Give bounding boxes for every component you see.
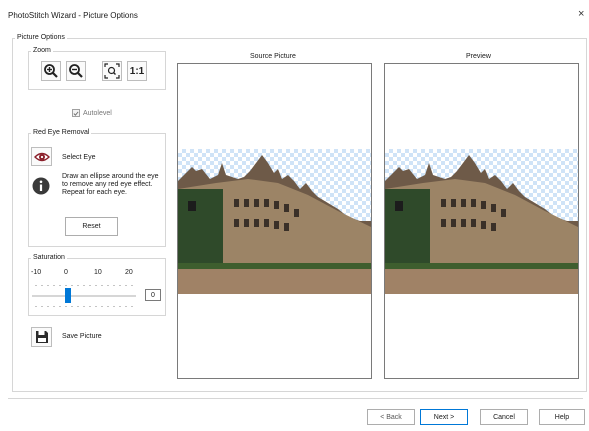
building-photo-preview — [385, 155, 578, 294]
building-photo — [178, 155, 371, 294]
actual-size-button[interactable]: 1:1 — [127, 61, 147, 81]
checkmark-icon — [73, 111, 79, 116]
cancel-button[interactable]: Cancel — [480, 409, 528, 425]
select-eye-label[interactable]: Select Eye — [62, 154, 95, 161]
source-picture-panel[interactable] — [177, 63, 372, 379]
eye-icon — [33, 152, 50, 161]
autolevel-check-box[interactable] — [72, 109, 80, 117]
saturation-ticks-bottom — [33, 306, 135, 307]
help-button[interactable]: Help — [539, 409, 585, 425]
back-button[interactable]: < Back — [367, 409, 415, 425]
zoom-label: Zoom — [33, 47, 51, 54]
close-button[interactable]: × — [578, 8, 584, 20]
zoom-out-button[interactable] — [66, 61, 86, 81]
save-icon — [35, 331, 48, 343]
reset-button[interactable]: Reset — [65, 217, 118, 236]
next-button[interactable]: Next > — [420, 409, 468, 425]
saturation-scale-label: 0 — [64, 269, 68, 276]
saturation-value-text: 0 — [151, 291, 155, 299]
window-title: PhotoStitch Wizard - Picture Options — [8, 11, 138, 20]
saturation-value-field[interactable]: 0 — [145, 289, 161, 301]
zoom-fit-icon — [104, 63, 120, 79]
slider-track — [32, 295, 136, 297]
saturation-scale-label: 10 — [94, 269, 102, 276]
save-picture-label[interactable]: Save Picture — [62, 333, 102, 340]
zoom-out-icon — [69, 64, 83, 78]
zoom-in-icon — [44, 64, 58, 78]
saturation-scale-label: -10 — [31, 269, 42, 276]
red-eye-label: Red Eye Removal — [33, 129, 90, 136]
preview-label: Preview — [466, 53, 491, 60]
picture-options-label: Picture Options — [17, 34, 65, 41]
saturation-slider[interactable] — [32, 288, 136, 304]
slider-thumb[interactable] — [65, 288, 71, 303]
saturation-ticks-top — [33, 285, 135, 286]
saturation-label: Saturation — [33, 254, 65, 261]
info-icon — [32, 177, 50, 195]
zoom-in-button[interactable] — [41, 61, 61, 81]
select-eye-button[interactable] — [31, 147, 52, 166]
footer-divider — [8, 398, 583, 399]
autolevel-label: Autolevel — [83, 109, 112, 117]
saturation-scale-label: 20 — [125, 269, 133, 276]
zoom-fit-button[interactable] — [102, 61, 122, 81]
red-eye-description: Draw an ellipse around the eye to remove… — [62, 173, 159, 196]
autolevel-checkbox[interactable]: Autolevel — [72, 109, 112, 117]
preview-panel — [384, 63, 579, 379]
source-picture-label: Source Picture — [250, 53, 296, 60]
save-picture-button[interactable] — [31, 327, 52, 347]
